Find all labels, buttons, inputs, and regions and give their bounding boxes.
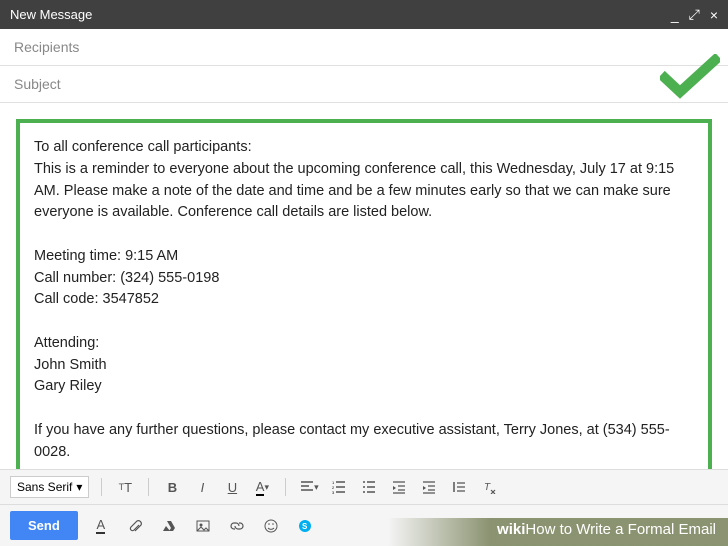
send-button[interactable]: Send: [10, 511, 78, 540]
skype-icon: S: [298, 519, 312, 533]
recipients-field[interactable]: Recipients: [0, 29, 728, 66]
minimize-icon[interactable]: _: [671, 7, 679, 23]
chevron-down-icon: ▾: [76, 480, 82, 494]
body-area[interactable]: To all conference call participants: Thi…: [0, 103, 728, 469]
body-line: Call code: 3547852: [34, 289, 694, 311]
text-style-button[interactable]: A: [90, 515, 112, 537]
subject-field[interactable]: Subject: [0, 66, 728, 103]
italic-button[interactable]: I: [191, 476, 213, 498]
compose-window: New Message _ ⤢ × Recipients Subject To …: [0, 0, 728, 546]
text-color-button[interactable]: A ▾: [251, 476, 273, 498]
numbered-list-icon: 123: [332, 480, 346, 494]
chevron-down-icon: ▾: [264, 482, 269, 493]
font-size-button[interactable]: TT: [114, 476, 136, 498]
body-content: To all conference call participants: Thi…: [16, 119, 712, 469]
indent-less-button[interactable]: [388, 476, 410, 498]
attach-button[interactable]: [124, 515, 146, 537]
emoji-button[interactable]: [260, 515, 282, 537]
bullet-list-icon: [362, 480, 376, 494]
quote-button[interactable]: [448, 476, 470, 498]
body-line: Meeting time: 9:15 AM: [34, 246, 694, 268]
bold-button[interactable]: B: [161, 476, 183, 498]
remove-format-icon: T: [482, 480, 496, 494]
title-bar-controls: _ ⤢ ×: [671, 6, 718, 23]
text-color-icon: A: [256, 479, 265, 496]
blank-line: [34, 398, 694, 420]
drive-icon: [162, 519, 176, 533]
body-line: If you have any further questions, pleas…: [34, 420, 694, 464]
remove-format-button[interactable]: T: [478, 476, 500, 498]
chevron-down-icon: ▾: [314, 482, 319, 493]
skype-button[interactable]: S: [294, 515, 316, 537]
align-icon: [300, 480, 314, 494]
body-line: This is a reminder to everyone about the…: [34, 159, 694, 224]
font-family-label: Sans Serif: [17, 480, 72, 494]
photo-button[interactable]: [192, 515, 214, 537]
watermark: wikiHow to Write a Formal Email: [497, 521, 716, 538]
blank-line: [34, 311, 694, 333]
recipients-placeholder: Recipients: [14, 39, 79, 55]
underline-button[interactable]: U: [221, 476, 243, 498]
indent-more-button[interactable]: [418, 476, 440, 498]
blank-line: [34, 463, 694, 469]
watermark-rest: to Write a Formal Email: [555, 521, 716, 538]
toolbar-divider: [101, 478, 102, 496]
body-line: Call number: (324) 555-0198: [34, 268, 694, 290]
close-icon[interactable]: ×: [710, 7, 718, 23]
link-button[interactable]: [226, 515, 248, 537]
svg-text:3: 3: [332, 490, 335, 494]
quote-icon: [452, 480, 466, 494]
blank-line: [34, 224, 694, 246]
emoji-icon: [264, 519, 278, 533]
toolbar-divider: [148, 478, 149, 496]
text-style-icon: A: [96, 517, 105, 534]
svg-text:T: T: [484, 482, 491, 493]
expand-icon[interactable]: ⤢: [689, 6, 700, 23]
align-button[interactable]: ▾: [298, 476, 320, 498]
font-family-select[interactable]: Sans Serif ▾: [10, 476, 89, 498]
bullet-list-button[interactable]: [358, 476, 380, 498]
checkmark-icon: [660, 54, 720, 107]
photo-icon: [196, 519, 210, 533]
paperclip-icon: [128, 519, 142, 533]
format-toolbar: Sans Serif ▾ TT B I U A ▾ ▾ 123: [0, 469, 728, 504]
indent-less-icon: [392, 480, 406, 494]
window-title: New Message: [10, 7, 92, 22]
title-bar: New Message _ ⤢ ×: [0, 0, 728, 29]
body-line: To all conference call participants:: [34, 137, 694, 159]
body-line: John Smith: [34, 355, 694, 377]
body-line: Gary Riley: [34, 376, 694, 398]
subject-placeholder: Subject: [14, 76, 61, 92]
drive-button[interactable]: [158, 515, 180, 537]
body-line: Attending:: [34, 333, 694, 355]
indent-more-icon: [422, 480, 436, 494]
toolbar-divider: [285, 478, 286, 496]
watermark-wiki: wiki: [497, 521, 525, 538]
numbered-list-button[interactable]: 123: [328, 476, 350, 498]
link-icon: [230, 519, 244, 533]
font-size-icon: T: [124, 480, 132, 495]
watermark-how: How: [525, 521, 555, 538]
svg-text:S: S: [302, 522, 308, 531]
